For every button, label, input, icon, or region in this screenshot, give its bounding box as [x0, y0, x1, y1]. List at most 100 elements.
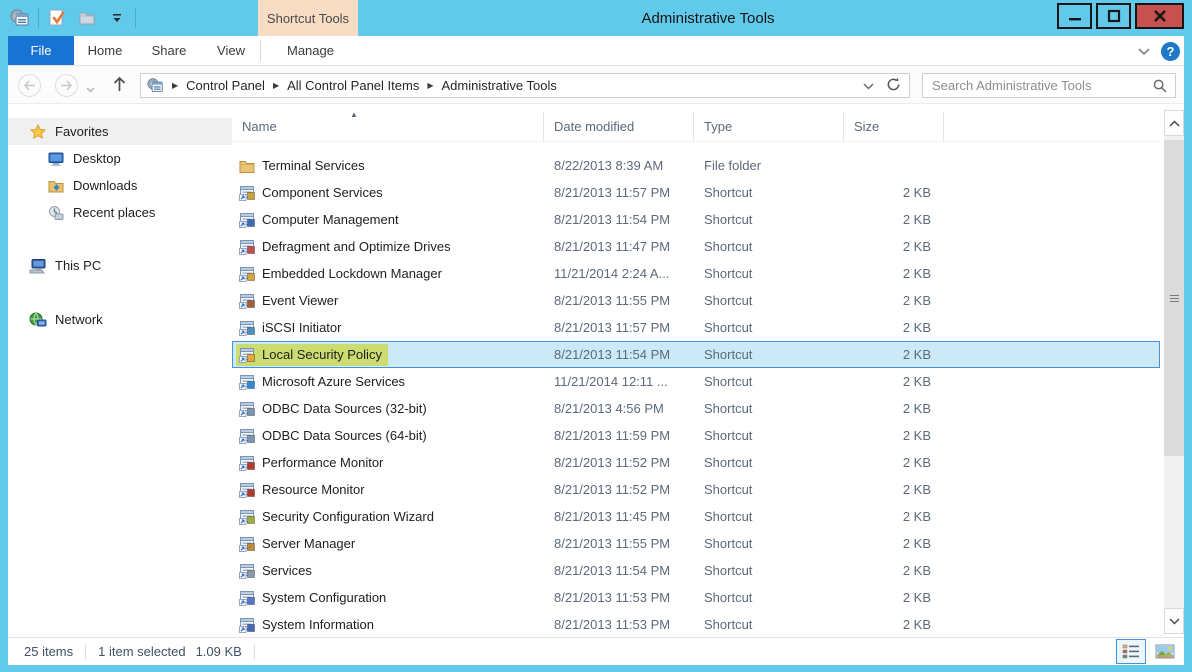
- table-row[interactable]: Embedded Lockdown Manager 11/21/2014 2:2…: [232, 260, 1160, 287]
- sidebar-item-desktop[interactable]: Desktop: [8, 145, 232, 172]
- address-bar[interactable]: ▶ Control Panel ▶ All Control Panel Item…: [140, 73, 910, 98]
- selection-size: 1.09 KB: [196, 644, 242, 659]
- performance-monitor-icon: [239, 455, 255, 471]
- file-date-modified: 8/21/2013 11:54 PM: [544, 563, 694, 578]
- minimize-button[interactable]: [1057, 3, 1092, 29]
- sidebar-item-label: This PC: [55, 258, 101, 273]
- table-row[interactable]: Computer Management 8/21/2013 11:54 PM S…: [232, 206, 1160, 233]
- scrollbar-grip-icon: [1170, 295, 1179, 302]
- desktop-icon: [47, 151, 65, 167]
- details-view-button[interactable]: [1116, 639, 1146, 664]
- new-folder-icon[interactable]: [75, 6, 99, 30]
- back-button[interactable]: [18, 74, 41, 97]
- sidebar-item-recent-places[interactable]: Recent places: [8, 199, 232, 226]
- file-name: System Information: [262, 617, 374, 632]
- file-size: 2 KB: [844, 617, 944, 632]
- table-row[interactable]: System Configuration 8/21/2013 11:53 PM …: [232, 584, 1160, 611]
- tab-view[interactable]: View: [202, 36, 260, 65]
- tab-manage[interactable]: Manage: [261, 36, 360, 65]
- file-date-modified: 8/21/2013 11:53 PM: [544, 617, 694, 632]
- scrollbar-thumb[interactable]: [1164, 140, 1184, 456]
- tab-file[interactable]: File: [8, 36, 74, 65]
- table-row[interactable]: Server Manager 8/21/2013 11:55 PM Shortc…: [232, 530, 1160, 557]
- column-header-type[interactable]: Type: [694, 112, 844, 141]
- sidebar-item-favorites[interactable]: Favorites: [8, 118, 232, 145]
- table-row[interactable]: ODBC Data Sources (32-bit) 8/21/2013 4:5…: [232, 395, 1160, 422]
- table-row[interactable]: Resource Monitor 8/21/2013 11:52 PM Shor…: [232, 476, 1160, 503]
- table-row[interactable]: Local Security Policy 8/21/2013 11:54 PM…: [232, 341, 1160, 368]
- ribbon-tab-strip: File Home Share View Manage ?: [8, 36, 1184, 66]
- properties-icon[interactable]: [45, 6, 69, 30]
- sidebar-item-label: Downloads: [73, 178, 137, 193]
- file-date-modified: 8/21/2013 11:55 PM: [544, 293, 694, 308]
- control-panel-icon[interactable]: [8, 6, 32, 30]
- breadcrumb-control-panel[interactable]: Control Panel: [186, 78, 265, 93]
- scrollbar-down-button[interactable]: [1164, 608, 1184, 634]
- tab-share[interactable]: Share: [136, 36, 202, 65]
- column-headers: Name ▲ Date modified Type Size: [232, 112, 1160, 142]
- status-bar: 25 items 1 item selected 1.09 KB: [8, 637, 1184, 665]
- file-date-modified: 8/21/2013 11:55 PM: [544, 536, 694, 551]
- file-size: 2 KB: [844, 185, 944, 200]
- table-row[interactable]: Microsoft Azure Services 11/21/2014 12:1…: [232, 368, 1160, 395]
- recent-locations-chevron-icon[interactable]: [86, 81, 95, 96]
- breadcrumb-all-control-panel-items[interactable]: All Control Panel Items: [287, 78, 419, 93]
- table-row[interactable]: Component Services 8/21/2013 11:57 PM Sh…: [232, 179, 1160, 206]
- computer-management-icon: [239, 212, 255, 228]
- file-name: Server Manager: [262, 536, 355, 551]
- table-row[interactable]: Event Viewer 8/21/2013 11:55 PM Shortcut…: [232, 287, 1160, 314]
- file-name: ODBC Data Sources (64-bit): [262, 428, 427, 443]
- breadcrumb-arrow-icon: ▶: [164, 81, 186, 90]
- title-bar: Shortcut Tools Administrative Tools: [0, 0, 1192, 36]
- table-row[interactable]: Defragment and Optimize Drives 8/21/2013…: [232, 233, 1160, 260]
- downloads-icon: [47, 178, 65, 194]
- maximize-button[interactable]: [1096, 3, 1131, 29]
- recent-places-icon: [47, 205, 65, 221]
- file-size: 2 KB: [844, 590, 944, 605]
- collapse-ribbon-chevron-icon[interactable]: [1137, 44, 1151, 59]
- window-controls: [1053, 3, 1184, 29]
- file-type: Shortcut: [694, 428, 844, 443]
- up-button[interactable]: [112, 76, 127, 96]
- file-date-modified: 8/21/2013 11:57 PM: [544, 320, 694, 335]
- system-information-icon: [239, 617, 255, 633]
- table-row[interactable]: Terminal Services 8/22/2013 8:39 AM File…: [232, 152, 1160, 179]
- iscsi-initiator-icon: [239, 320, 255, 336]
- column-header-size[interactable]: Size: [844, 112, 944, 141]
- tab-home[interactable]: Home: [74, 36, 136, 65]
- search-icon[interactable]: [1153, 79, 1175, 93]
- quick-access-toolbar: [8, 4, 136, 32]
- sidebar-item-downloads[interactable]: Downloads: [8, 172, 232, 199]
- scrollbar-up-button[interactable]: [1164, 110, 1184, 136]
- file-type: Shortcut: [694, 401, 844, 416]
- column-header-date-modified[interactable]: Date modified: [544, 112, 694, 141]
- table-row[interactable]: Performance Monitor 8/21/2013 11:52 PM S…: [232, 449, 1160, 476]
- sidebar-item-network[interactable]: Network: [8, 306, 232, 333]
- scrollbar-track[interactable]: [1164, 136, 1184, 608]
- large-icons-view-button[interactable]: [1150, 639, 1180, 664]
- network-icon: [29, 312, 47, 328]
- file-name: Security Configuration Wizard: [262, 509, 434, 524]
- customize-toolbar-chevron-icon[interactable]: [105, 6, 129, 30]
- close-button[interactable]: [1135, 3, 1184, 29]
- breadcrumb-administrative-tools[interactable]: Administrative Tools: [441, 78, 556, 93]
- file-type: Shortcut: [694, 320, 844, 335]
- table-row[interactable]: ODBC Data Sources (64-bit) 8/21/2013 11:…: [232, 422, 1160, 449]
- table-row[interactable]: System Information 8/21/2013 11:53 PM Sh…: [232, 611, 1160, 637]
- file-date-modified: 8/21/2013 11:45 PM: [544, 509, 694, 524]
- help-icon[interactable]: ?: [1161, 42, 1180, 61]
- search-input[interactable]: [923, 78, 1153, 93]
- table-row[interactable]: Services 8/21/2013 11:54 PM Shortcut 2 K…: [232, 557, 1160, 584]
- table-row[interactable]: iSCSI Initiator 8/21/2013 11:57 PM Short…: [232, 314, 1160, 341]
- toolbar-divider: [135, 8, 136, 28]
- refresh-icon[interactable]: [886, 77, 901, 95]
- file-type: Shortcut: [694, 617, 844, 632]
- file-date-modified: 8/21/2013 4:56 PM: [544, 401, 694, 416]
- file-rows: Terminal Services 8/22/2013 8:39 AM File…: [232, 152, 1160, 637]
- breadcrumb-arrow-icon: ▶: [419, 81, 441, 90]
- column-header-name[interactable]: Name ▲: [232, 112, 544, 141]
- forward-button[interactable]: [55, 74, 78, 97]
- table-row[interactable]: Security Configuration Wizard 8/21/2013 …: [232, 503, 1160, 530]
- sidebar-item-this-pc[interactable]: This PC: [8, 252, 232, 279]
- address-dropdown-chevron-icon[interactable]: [863, 78, 874, 93]
